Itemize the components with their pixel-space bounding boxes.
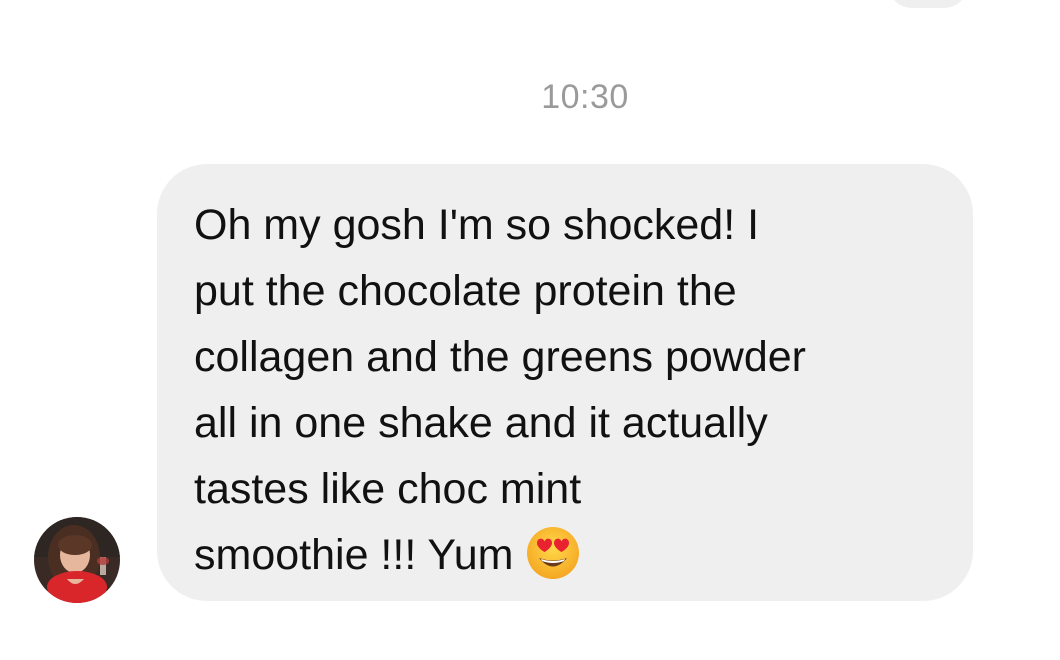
message-line: put the chocolate protein the [194,267,737,315]
previous-message-bubble[interactable] [888,0,968,8]
message-line: smoothie !!! Yum [194,531,514,579]
message-last-line: smoothie !!! Yum [194,522,954,588]
heart-eyes-emoji-icon [525,525,581,581]
message-line: tastes like choc mint [194,465,582,513]
message-line: collagen and the greens powder [194,333,806,381]
message-line: Oh my gosh I'm so shocked! I [194,201,760,249]
sender-avatar[interactable] [34,517,120,603]
avatar-photo-icon [34,517,120,603]
message-line: all in one shake and it actually [194,399,768,447]
message-timestamp: 10:30 [541,78,629,116]
message-text: Oh my gosh I'm so shocked! I put the cho… [194,192,954,588]
message-bubble[interactable]: Oh my gosh I'm so shocked! I put the cho… [157,164,973,601]
